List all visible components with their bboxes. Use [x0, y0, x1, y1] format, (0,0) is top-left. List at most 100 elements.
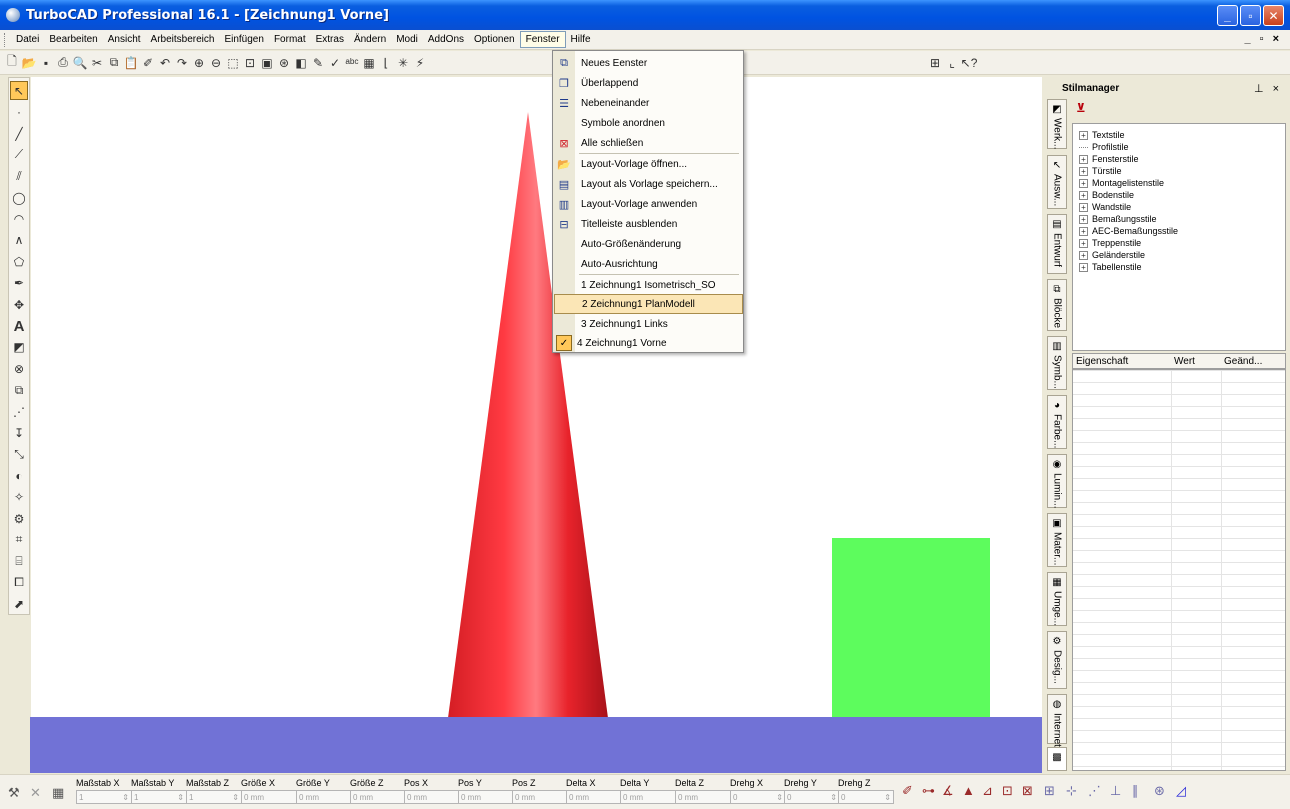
menu-item-new-window[interactable]: ⧉ Neues Eenster: [554, 53, 743, 73]
expand-icon[interactable]: +: [1079, 154, 1088, 164]
panel-pin-close[interactable]: ⊥ ×: [1254, 82, 1282, 95]
expand-icon[interactable]: +: [1079, 214, 1088, 224]
column-geaendert[interactable]: Geänd...: [1221, 356, 1262, 367]
tab-umgebung[interactable]: ▦ Umge...: [1047, 572, 1067, 626]
node-edit-icon[interactable]: ⋰: [10, 402, 28, 421]
menu-item-auto-resize[interactable]: Auto-Größenänderung: [554, 234, 743, 254]
viewport-icon[interactable]: ⌸: [10, 552, 28, 571]
snap-icon[interactable]: ✓: [327, 55, 343, 71]
print-icon[interactable]: ⎙: [55, 55, 71, 71]
tree-node[interactable]: + Wandstile: [1073, 201, 1285, 213]
rot-x-input[interactable]: 0 ⇕: [730, 790, 786, 804]
tab-bloecke[interactable]: ⧉ Blöcke: [1047, 279, 1067, 331]
spinner-icon[interactable]: ⇕: [122, 793, 129, 802]
tree-node[interactable]: + Bodenstile: [1073, 189, 1285, 201]
scale-x-input[interactable]: 1 ⇕: [76, 790, 132, 804]
tab-werk[interactable]: ◩ Werk...: [1047, 99, 1067, 149]
explode-icon[interactable]: ⬈: [10, 594, 28, 613]
delta-y-input[interactable]: 0 mm: [620, 790, 676, 804]
spell-icon[interactable]: ᵃᵇᶜ: [344, 55, 360, 71]
menu-item-open-layout-template[interactable]: 📂 Layout-Vorlage öffnen...: [554, 154, 743, 174]
tab-stilmanager[interactable]: ▩: [1047, 747, 1067, 771]
line-icon[interactable]: ╱: [10, 124, 28, 143]
tools-icon[interactable]: ⚒: [8, 785, 20, 801]
tab-ausw[interactable]: ↖ Ausw...: [1047, 155, 1067, 209]
snap-center-icon[interactable]: ⊡: [1002, 783, 1013, 799]
expand-icon[interactable]: +: [1079, 262, 1088, 272]
menu-item-window-4[interactable]: ✓ 4 Zeichnung1 Vorne: [554, 333, 743, 353]
menu-hilfe[interactable]: Hilfe: [566, 32, 596, 47]
measure-icon[interactable]: ⤡: [10, 445, 28, 464]
tree-node[interactable]: Profilstile: [1073, 141, 1285, 153]
snap-tangent-icon[interactable]: ⊿: [982, 783, 993, 799]
grid-icon[interactable]: ▦: [361, 55, 377, 71]
text-icon[interactable]: A: [10, 316, 28, 335]
menu-einfuegen[interactable]: Einfügen: [219, 32, 268, 47]
column-eigenschaft[interactable]: Eigenschaft: [1073, 356, 1171, 367]
size-y-input[interactable]: 0 mm: [296, 790, 352, 804]
world-plane-icon[interactable]: ⌊: [378, 55, 394, 71]
menu-item-save-layout-template[interactable]: ▤ Layout als Vorlage speichern...: [554, 174, 743, 194]
restore-button[interactable]: ▫: [1240, 5, 1261, 26]
menu-arbeitsbereich[interactable]: Arbeitsbereich: [146, 32, 220, 47]
solid-icon[interactable]: ⚙: [10, 509, 28, 528]
menu-addons[interactable]: AddOns: [423, 32, 469, 47]
redraw-icon[interactable]: ▣: [259, 55, 275, 71]
format-painter-icon[interactable]: ✐: [140, 55, 156, 71]
symbol-icon[interactable]: ⊗: [10, 359, 28, 378]
menu-fenster[interactable]: Fenster: [519, 31, 566, 48]
dimension-icon[interactable]: ↧: [10, 423, 28, 442]
spinner-icon[interactable]: ⇕: [177, 793, 184, 802]
tab-symbole[interactable]: ▥ Symb...: [1047, 336, 1067, 390]
tree-node[interactable]: + Bemaßungsstile: [1073, 213, 1285, 225]
delta-z-input[interactable]: 0 mm: [675, 790, 731, 804]
menu-item-window-3[interactable]: 3 Zeichnung1 Links: [554, 314, 743, 334]
snap-triangle-icon[interactable]: ▲: [962, 783, 975, 798]
expand-icon[interactable]: +: [1079, 130, 1088, 140]
architecture-icon[interactable]: ⌗: [10, 530, 28, 549]
double-line-icon[interactable]: ⫽: [10, 167, 28, 186]
cut-icon[interactable]: ✂: [89, 55, 105, 71]
open-folder-icon[interactable]: 📂: [21, 55, 37, 71]
insert-icon[interactable]: ◩: [10, 338, 28, 357]
zoom-in-icon[interactable]: ⊕: [191, 55, 207, 71]
pen-icon[interactable]: ✒: [10, 274, 28, 293]
column-wert[interactable]: Wert: [1171, 356, 1221, 367]
expand-icon[interactable]: +: [1079, 190, 1088, 200]
snap-alignment-icon[interactable]: ◿: [1176, 783, 1186, 799]
menu-datei[interactable]: Datei: [11, 32, 44, 47]
expand-icon[interactable]: +: [1079, 166, 1088, 176]
snap-quadrant-icon[interactable]: ⊞: [1044, 783, 1055, 799]
select-arrow-icon[interactable]: ↖: [10, 81, 28, 101]
redo-icon[interactable]: ↷: [174, 55, 190, 71]
menu-item-close-all[interactable]: ⊠ Alle schließen: [554, 133, 743, 153]
snap-intersection-icon[interactable]: ⊹: [1066, 783, 1077, 799]
zoom-previous-icon[interactable]: ⊛: [276, 55, 292, 71]
move-icon[interactable]: ✥: [10, 295, 28, 314]
cancel-icon[interactable]: ✕: [30, 785, 41, 801]
polyline-icon[interactable]: ⟋: [10, 145, 28, 164]
green-box[interactable]: [832, 538, 990, 718]
menu-item-auto-align[interactable]: Auto-Ausrichtung: [554, 254, 743, 274]
expand-icon[interactable]: +: [1079, 250, 1088, 260]
mdi-controls[interactable]: _ ▫ ×: [1244, 33, 1282, 45]
expand-icon[interactable]: +: [1079, 202, 1088, 212]
tree-node[interactable]: + Montagelistenstile: [1073, 177, 1285, 189]
tree-node[interactable]: + Treppenstile: [1073, 237, 1285, 249]
size-z-input[interactable]: 0 mm: [350, 790, 406, 804]
block-icon[interactable]: ⧉: [10, 381, 28, 400]
rot-z-input[interactable]: 0 ⇕: [838, 790, 894, 804]
menu-item-cascade[interactable]: ❐ Überlappend: [554, 73, 743, 93]
ground-slab[interactable]: [30, 717, 1042, 773]
minimize-button[interactable]: _: [1217, 5, 1238, 26]
scale-y-input[interactable]: 1 ⇕: [131, 790, 187, 804]
paste-icon[interactable]: 📋: [123, 55, 139, 71]
menu-format[interactable]: Format: [269, 32, 311, 47]
snap-perpendicular-icon[interactable]: ⊥: [1110, 783, 1121, 799]
snap-middle-icon[interactable]: ⊶: [922, 783, 935, 799]
scale-z-input[interactable]: 1 ⇕: [186, 790, 242, 804]
expand-icon[interactable]: +: [1079, 238, 1088, 248]
tab-material[interactable]: ▣ Mater...: [1047, 513, 1067, 567]
menu-item-arrange-icons[interactable]: Symbole anordnen: [554, 113, 743, 133]
save-icon[interactable]: ▪: [38, 55, 54, 71]
